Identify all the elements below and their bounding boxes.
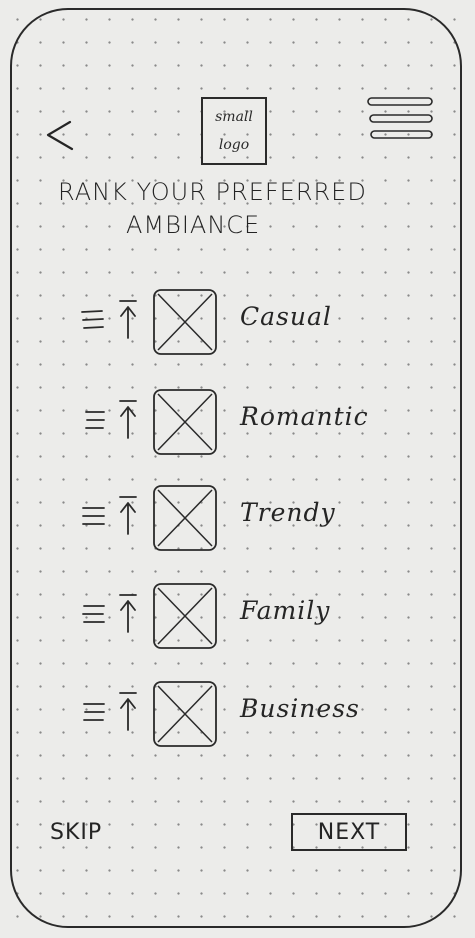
image-placeholder-icon (153, 389, 217, 455)
image-placeholder-icon (153, 583, 217, 649)
image-placeholder-icon (153, 289, 217, 355)
image-placeholder-icon (153, 485, 217, 551)
item-label: Trendy (240, 498, 336, 527)
list-item[interactable]: Romantic (80, 384, 410, 459)
page-title: RANK YOUR PREFERRED AMBIANCE (58, 176, 438, 242)
logo: small logo (201, 97, 267, 165)
next-button[interactable]: NEXT (291, 813, 407, 851)
drag-handle-icon[interactable] (80, 502, 106, 530)
move-to-top-icon[interactable] (116, 298, 140, 340)
move-to-top-icon[interactable] (116, 592, 140, 634)
move-to-top-icon[interactable] (116, 494, 140, 536)
item-label: Family (240, 596, 331, 625)
logo-text-line2: logo (218, 137, 250, 153)
list-item[interactable]: Business (80, 676, 410, 751)
drag-handle-icon[interactable] (80, 406, 106, 434)
page-title-line1: RANK YOUR PREFERRED (58, 178, 367, 206)
skip-button[interactable]: SKIP (50, 820, 102, 845)
chevron-left-icon[interactable] (42, 118, 78, 154)
logo-text-line1: small (215, 109, 253, 125)
move-to-top-icon[interactable] (116, 690, 140, 732)
list-item[interactable]: Casual (80, 284, 410, 359)
hamburger-menu-icon[interactable] (366, 96, 434, 142)
move-to-top-icon[interactable] (116, 398, 140, 440)
item-label: Casual (240, 302, 332, 331)
drag-handle-icon[interactable] (80, 306, 106, 334)
page-title-line2: AMBIANCE (126, 211, 261, 239)
drag-handle-icon[interactable] (80, 600, 106, 628)
item-label: Romantic (240, 402, 369, 431)
list-item[interactable]: Family (80, 578, 410, 653)
item-label: Business (240, 694, 360, 723)
image-placeholder-icon (153, 681, 217, 747)
list-item[interactable]: Trendy (80, 480, 410, 555)
header: small logo (0, 0, 475, 180)
drag-handle-icon[interactable] (80, 698, 106, 726)
